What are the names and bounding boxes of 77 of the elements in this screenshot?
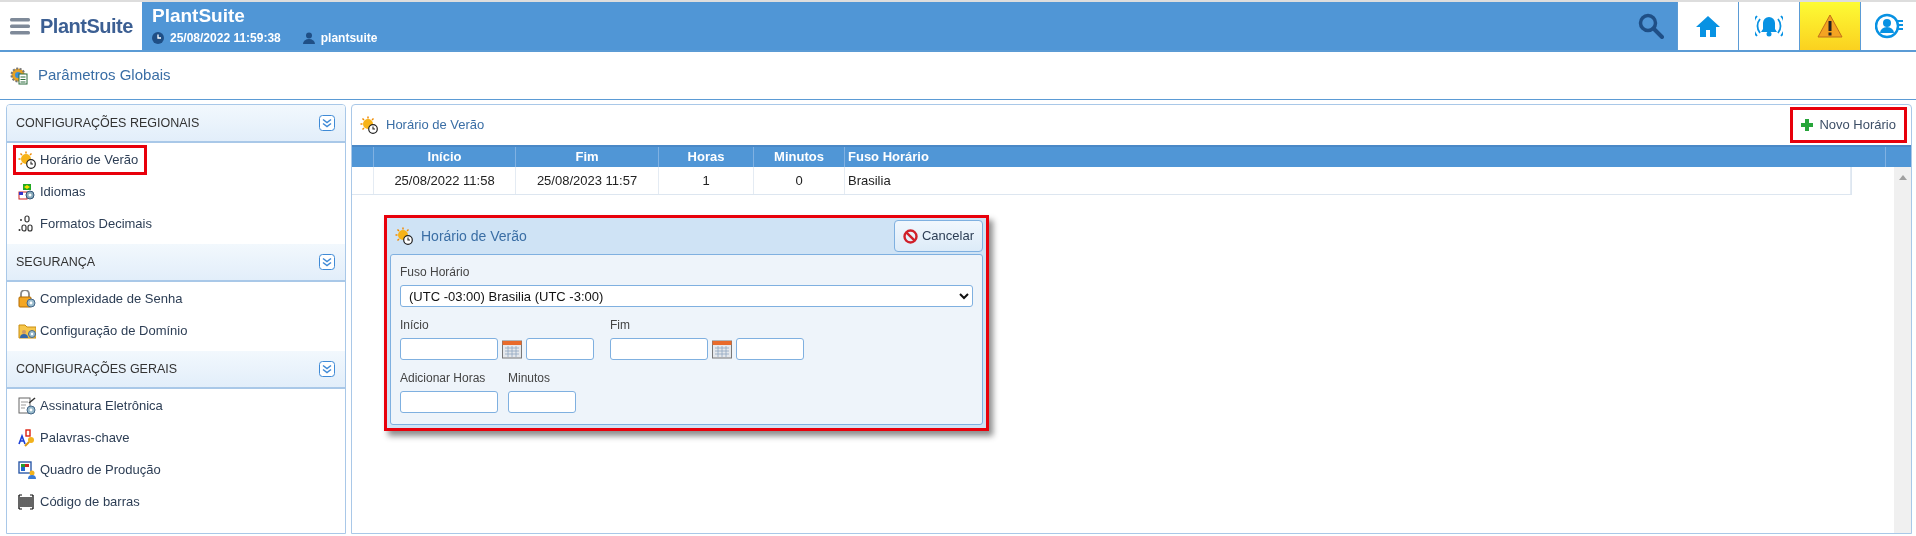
plus-icon (1801, 119, 1814, 131)
dialog-title: Horário de Verão (421, 226, 527, 246)
section-title: SEGURANÇA (16, 253, 96, 271)
calendar-button[interactable] (502, 339, 522, 359)
clock-icon (152, 32, 164, 44)
gear-sheet-icon (10, 66, 28, 85)
table-cell: 25/08/2022 11:58 (374, 167, 516, 194)
sidebar-item[interactable]: Palavras-chave (13, 423, 139, 453)
input-field[interactable] (736, 338, 804, 360)
table-cell: 25/08/2023 11:57 (516, 167, 659, 194)
input-field[interactable] (526, 338, 594, 360)
table-cell: 1 (659, 167, 754, 194)
sidebar-item[interactable]: Código de barras (13, 487, 149, 517)
field-label: Início (400, 317, 430, 334)
flags-gear-icon (18, 183, 36, 201)
scroll-up-icon[interactable] (1898, 175, 1907, 180)
search-icon (1638, 13, 1664, 39)
sidebar-item[interactable]: Idiomas (13, 177, 95, 207)
user-icon (302, 32, 315, 44)
section-title: CONFIGURAÇÕES GERAIS (16, 360, 178, 378)
calendar-button[interactable] (712, 339, 732, 359)
collapse-icon[interactable] (319, 361, 335, 377)
home-icon (1695, 14, 1721, 38)
column-header: Horas (659, 147, 754, 167)
table-cell: 0 (754, 167, 845, 194)
collapse-icon[interactable] (319, 254, 335, 270)
section-header[interactable]: CONFIGURAÇÕES REGIONAIS (7, 105, 345, 143)
warning-icon (1817, 14, 1843, 38)
sun-clock-icon (395, 227, 413, 245)
column-header: Minutos (754, 147, 845, 167)
input-field[interactable] (400, 391, 498, 413)
calendar-icon (502, 339, 522, 359)
logo: PlantSuite (40, 14, 133, 39)
section-title: CONFIGURAÇÕES REGIONAIS (16, 114, 200, 132)
column-header: Fim (516, 147, 659, 167)
sidebar-item[interactable]: Configuração de Domínio (13, 316, 197, 346)
sun-clock-icon (18, 151, 36, 169)
sidebar-item[interactable]: Formatos Decimais (13, 209, 161, 239)
sidebar-item[interactable]: Complexidade de Senha (13, 284, 192, 314)
calendar-icon (712, 339, 732, 359)
user-menu-icon (1874, 13, 1903, 39)
sidebar-item[interactable]: Horário de Verão (13, 145, 148, 175)
input-field[interactable] (508, 391, 576, 413)
alerts-button[interactable] (1799, 2, 1860, 50)
section-header[interactable]: SEGURANÇA (7, 244, 345, 282)
timezone-select[interactable]: (UTC -03:00) Brasilia (UTC -3:00) (400, 285, 973, 307)
field-label: Fim (610, 317, 631, 334)
ringing-bell-icon (1755, 13, 1783, 39)
field-label: Fuso Horário (400, 264, 471, 281)
cancel-button[interactable]: Cancelar (893, 220, 983, 252)
document-gear-icon (18, 397, 36, 415)
scrollbar[interactable] (1894, 167, 1911, 533)
sidebar-item[interactable]: Quadro de Produção (13, 455, 170, 485)
sun-clock-icon (360, 116, 378, 134)
user-name: plantsuite (320, 30, 378, 47)
table-cell: Brasilia (845, 167, 1851, 194)
field-label: Minutos (508, 370, 552, 387)
folder-users-icon (18, 322, 36, 340)
page-title: Parâmetros Globais (38, 65, 171, 86)
letters-key-icon (18, 429, 36, 447)
padlock-gear-icon (18, 290, 36, 308)
decimal-icon (18, 215, 36, 233)
board-person-icon (18, 461, 36, 479)
input-field[interactable] (400, 338, 498, 360)
date-time: 25/08/2022 11:59:38 (170, 30, 281, 47)
column-header: Início (374, 147, 516, 167)
sidebar-item[interactable]: Assinatura Eletrônica (13, 391, 172, 421)
panel-title: Horário de Verão (386, 116, 485, 135)
column-header: Fuso Horário (845, 147, 1886, 167)
collapse-icon[interactable] (319, 115, 335, 131)
menu-icon[interactable] (10, 17, 30, 35)
input-field[interactable] (610, 338, 708, 360)
section-header[interactable]: CONFIGURAÇÕES GERAIS (7, 351, 345, 389)
app-title: PlantSuite (152, 5, 246, 27)
field-label: Adicionar Horas (400, 370, 487, 387)
new-schedule-button[interactable]: Novo Horário (1790, 107, 1907, 143)
prohibited-icon (902, 228, 918, 244)
